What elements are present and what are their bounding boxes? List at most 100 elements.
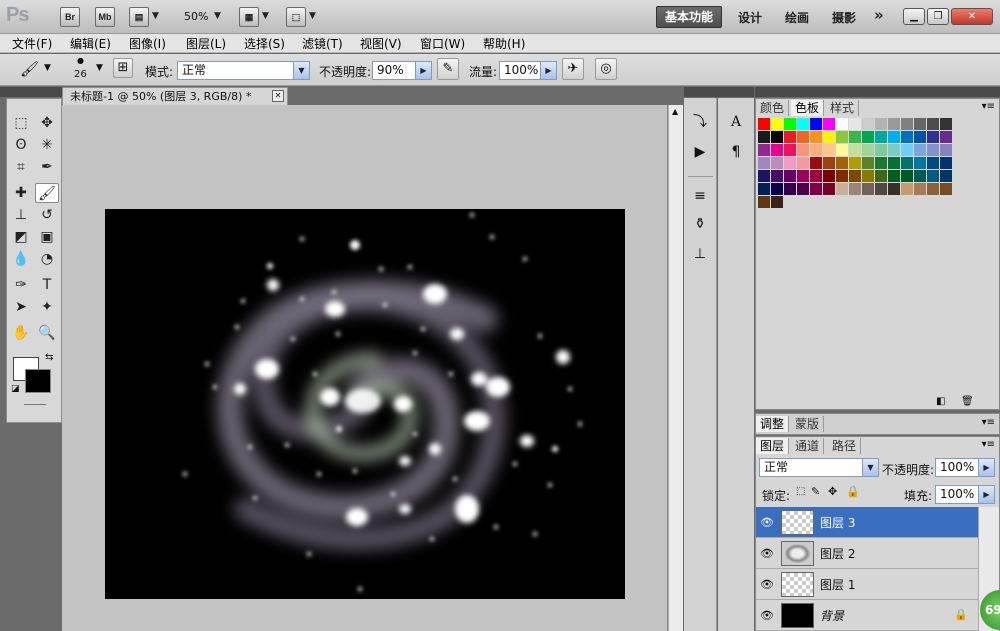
close-document-icon[interactable]: ✕ — [272, 90, 284, 102]
color-swatch[interactable] — [849, 183, 861, 195]
tab-swatches[interactable]: 色板 — [791, 100, 825, 116]
color-swatch[interactable] — [888, 183, 900, 195]
mini-bridge-button[interactable]: Mb — [95, 7, 115, 27]
color-swatch[interactable] — [862, 157, 874, 169]
document-tab[interactable]: 未标题-1 @ 50% (图层 3, RGB/8) * ✕ — [62, 87, 288, 105]
color-swatch[interactable] — [771, 170, 783, 182]
color-swatch[interactable] — [888, 157, 900, 169]
workspace-design-button[interactable]: 设计 — [738, 9, 762, 26]
color-swatch[interactable] — [901, 157, 913, 169]
color-swatch[interactable] — [927, 170, 939, 182]
flow-slider-icon[interactable]: ▶ — [540, 62, 556, 79]
color-swatch[interactable] — [823, 118, 835, 130]
lock-pixels-icon[interactable]: ✎ — [811, 485, 820, 498]
color-swatch[interactable] — [758, 118, 770, 130]
default-colors-icon[interactable]: ◪ — [11, 384, 20, 394]
workspace-painting-button[interactable]: 绘画 — [785, 9, 809, 26]
airbrush-icon[interactable]: ✈ — [562, 58, 584, 80]
color-swatch[interactable] — [940, 118, 952, 130]
more-workspaces-button[interactable]: » — [874, 6, 884, 24]
panel-menu-icon[interactable]: ▾≡ — [982, 101, 995, 112]
swap-colors-icon[interactable]: ⇆ — [45, 352, 53, 363]
color-swatch[interactable] — [771, 144, 783, 156]
bridge-button[interactable]: Br — [60, 7, 80, 27]
document-canvas[interactable] — [105, 209, 625, 599]
lock-all-icon[interactable]: 🔒 — [846, 485, 860, 498]
magic-wand-tool-icon[interactable]: ✳ — [35, 135, 59, 155]
workspace-photography-button[interactable]: 摄影 — [832, 9, 856, 26]
zoom-dropdown-icon[interactable]: ▼ — [214, 11, 221, 21]
new-swatch-icon[interactable]: ◧ — [936, 396, 945, 407]
layer-row[interactable]: 👁 图层 2 — [756, 538, 978, 569]
eye-icon[interactable]: 👁 — [760, 516, 774, 529]
color-swatch[interactable] — [914, 157, 926, 169]
color-swatch[interactable] — [862, 144, 874, 156]
color-swatch[interactable] — [888, 144, 900, 156]
menu-image[interactable]: 图像(I) — [129, 35, 166, 52]
blend-mode-dropdown-icon[interactable]: ▼ — [862, 459, 878, 476]
color-swatch[interactable] — [875, 170, 887, 182]
color-swatch[interactable] — [875, 183, 887, 195]
tablet-pressure-icon[interactable]: ◎ — [595, 58, 617, 80]
color-swatch[interactable] — [888, 170, 900, 182]
color-swatch[interactable] — [784, 118, 796, 130]
panels-collapse-strip[interactable] — [755, 87, 1000, 97]
clone-source-panel-icon[interactable]: ⚱ — [688, 214, 712, 234]
color-swatch[interactable] — [810, 183, 822, 195]
eraser-tool-icon[interactable]: ◩ — [9, 227, 33, 247]
menu-help[interactable]: 帮助(H) — [483, 35, 525, 52]
color-swatch[interactable] — [862, 131, 874, 143]
quick-mask-icon[interactable] — [24, 404, 46, 405]
color-swatch[interactable] — [758, 183, 770, 195]
layer-row[interactable]: 👁 图层 3 — [756, 507, 978, 538]
crop-tool-icon[interactable]: ⌗ — [9, 157, 33, 177]
color-swatch[interactable] — [784, 144, 796, 156]
tab-masks[interactable]: 蒙版 — [791, 416, 825, 432]
color-swatch[interactable] — [836, 157, 848, 169]
color-swatch[interactable] — [784, 157, 796, 169]
fill-slider-icon[interactable]: ▶ — [978, 486, 994, 503]
color-swatch[interactable] — [823, 131, 835, 143]
color-swatch[interactable] — [771, 183, 783, 195]
zoom-level-dropdown[interactable]: 50% — [184, 10, 208, 23]
color-swatch[interactable] — [914, 144, 926, 156]
color-swatch[interactable] — [758, 170, 770, 182]
color-swatch[interactable] — [771, 131, 783, 143]
menu-select[interactable]: 选择(S) — [244, 35, 285, 52]
view-extras-dropdown-icon[interactable]: ▼ — [152, 11, 159, 21]
color-swatch[interactable] — [927, 183, 939, 195]
close-window-icon[interactable]: ✕ — [951, 8, 993, 25]
color-swatch[interactable] — [797, 157, 809, 169]
color-swatch[interactable] — [810, 118, 822, 130]
color-swatch[interactable] — [849, 170, 861, 182]
gradient-tool-icon[interactable]: ▣ — [35, 227, 59, 247]
color-swatch[interactable] — [875, 157, 887, 169]
color-swatch[interactable] — [810, 131, 822, 143]
color-swatch[interactable] — [940, 144, 952, 156]
color-swatch[interactable] — [914, 170, 926, 182]
color-swatch[interactable] — [927, 144, 939, 156]
color-swatch[interactable] — [901, 144, 913, 156]
workspace-essentials-button[interactable]: 基本功能 — [656, 6, 722, 28]
color-swatch[interactable] — [927, 131, 939, 143]
paragraph-panel-icon[interactable]: ¶ — [724, 142, 748, 162]
opacity-field[interactable]: 90% ▶ — [372, 61, 432, 80]
color-swatch[interactable] — [823, 144, 835, 156]
scroll-up-icon[interactable]: ▲ — [672, 107, 678, 116]
brush-icon[interactable]: 🖌 — [20, 60, 39, 78]
color-swatch[interactable] — [836, 144, 848, 156]
mode-select[interactable]: 正常 ▼ — [177, 61, 310, 80]
view-extras-icon[interactable]: ▤ — [129, 7, 149, 27]
layer-opacity-field[interactable]: 100% ▶ — [935, 458, 995, 477]
color-swatch[interactable] — [862, 118, 874, 130]
zoom-tool-icon[interactable]: 🔍 — [35, 323, 59, 343]
screen-mode-icon[interactable]: ⬚ — [286, 7, 306, 27]
move-tool-icon[interactable]: ✥ — [35, 113, 59, 133]
lasso-tool-icon[interactable]: ʘ — [9, 135, 33, 155]
color-swatch[interactable] — [810, 144, 822, 156]
tool-preset-dropdown-icon[interactable]: ▼ — [44, 63, 51, 73]
lock-position-icon[interactable]: ✥ — [828, 485, 837, 498]
dodge-tool-icon[interactable]: ◔ — [35, 249, 59, 269]
lock-transparent-icon[interactable]: ⬚ — [796, 486, 805, 497]
color-swatch[interactable] — [836, 183, 848, 195]
